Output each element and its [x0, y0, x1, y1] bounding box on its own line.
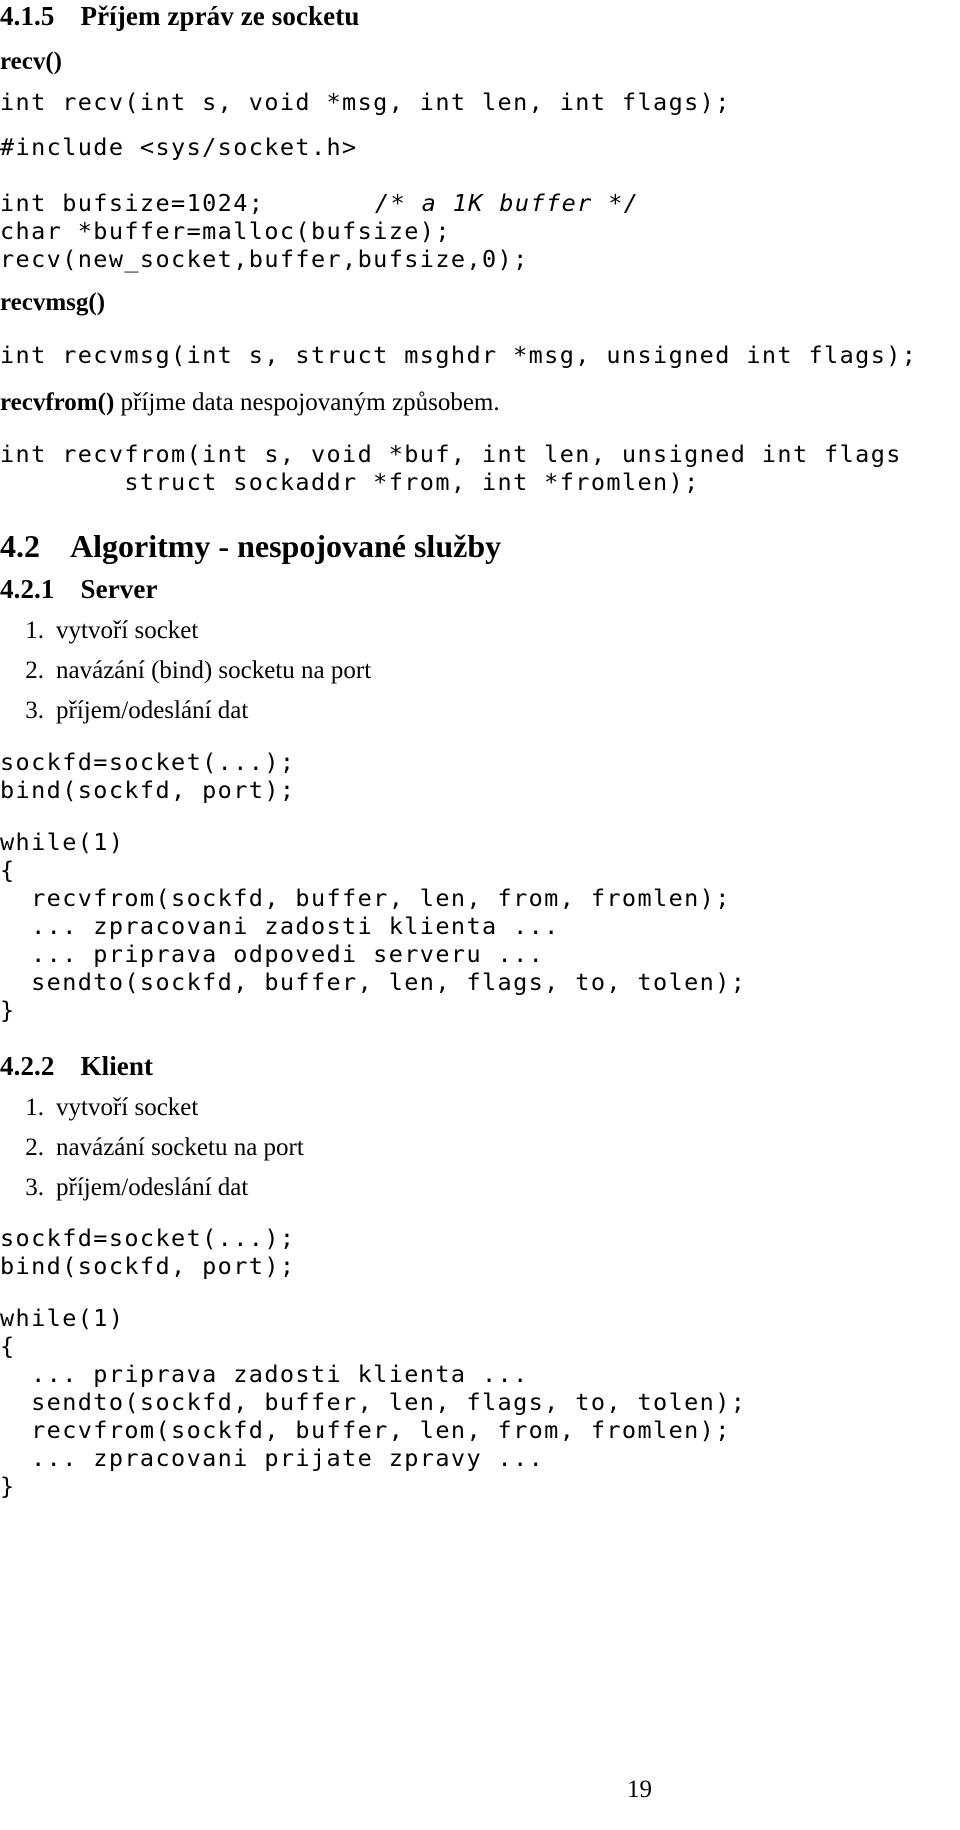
list-item-text: vytvoří socket [56, 617, 199, 644]
recv-include: #include <sys/socket.h> [0, 133, 358, 161]
recvfrom-prototype-line1: int recvfrom(int s, void *buf, int len, … [0, 440, 902, 468]
client-loop-line-5: recvfrom(sockfd, buffer, len, from, from… [0, 1416, 731, 1444]
heading-4-2-2: 4.2.2 Klient [0, 1051, 154, 1081]
server-loop-line-1: while(1) [0, 828, 125, 856]
list-item-text: vytvoří socket [56, 1094, 199, 1121]
recvfrom-label: recvfrom() [0, 389, 115, 416]
server-step-3: 3. příjem/odeslání dat [0, 697, 248, 726]
heading-4-2-number: 4.2 [0, 528, 40, 564]
client-loop-line-1: while(1) [0, 1304, 125, 1332]
client-code-line-2: bind(sockfd, port); [0, 1252, 296, 1280]
list-marker: 2. [25, 657, 44, 684]
document-page: 4.1.5 Příjem zpráv ze socketu recv() int … [0, 0, 960, 1830]
server-loop-line-5: ... priprava odpovedi serveru ... [0, 940, 545, 968]
recv-example-line3: recv(new_socket,buffer,bufsize,0); [0, 245, 529, 273]
client-loop-line-7: } [0, 1472, 16, 1500]
recvfrom-prototype-line2: struct sockaddr *from, int *fromlen); [0, 468, 700, 496]
server-loop-line-6: sendto(sockfd, buffer, len, flags, to, t… [0, 968, 747, 996]
list-marker: 1. [25, 1094, 44, 1121]
heading-4-2-2-title: Klient [80, 1051, 154, 1081]
list-item-text: příjem/odeslání dat [56, 1174, 249, 1201]
recvmsg-prototype: int recvmsg(int s, struct msghdr *msg, u… [0, 341, 918, 369]
recv-example-line1-code: int bufsize=1024; [0, 189, 265, 217]
heading-4-2-1-title: Server [80, 574, 158, 604]
list-item-text: navázání (bind) socketu na port [56, 657, 372, 684]
client-loop-line-6: ... zpracovani prijate zpravy ... [0, 1444, 545, 1472]
server-step-2: 2. navázání (bind) socketu na port [0, 657, 371, 686]
heading-4-2-1-number: 4.2.1 [0, 574, 55, 604]
recv-heading: recv() [0, 48, 62, 75]
client-loop-line-2: { [0, 1332, 16, 1360]
client-step-2: 2. navázání socketu na port [0, 1134, 304, 1163]
client-step-1: 1. vytvoří socket [0, 1094, 198, 1123]
list-marker: 2. [25, 1134, 44, 1161]
list-item-text: navázání socketu na port [56, 1134, 304, 1161]
server-loop-line-4: ... zpracovani zadosti klienta ... [0, 912, 560, 940]
server-loop-line-3: recvfrom(sockfd, buffer, len, from, from… [0, 884, 731, 912]
recvfrom-description: příjme data nespojovaným způsobem. [120, 389, 500, 416]
server-code-line-1: sockfd=socket(...); [0, 748, 296, 776]
heading-4-1-5-title: Příjem zpráv ze socketu [80, 1, 360, 31]
heading-4-2-2-number: 4.2.2 [0, 1051, 55, 1081]
heading-4-1-5: 4.1.5 Příjem zpráv ze socketu [0, 1, 360, 31]
recv-example-line1-comment: /* a 1K buffer */ [375, 189, 640, 217]
list-marker: 3. [25, 1174, 44, 1201]
recv-example-line2: char *buffer=malloc(bufsize); [0, 217, 451, 245]
heading-4-1-5-number: 4.1.5 [0, 1, 55, 31]
list-marker: 1. [25, 617, 44, 644]
heading-4-2-title: Algoritmy - nespojované služby [70, 528, 502, 564]
server-loop-line-2: { [0, 856, 16, 884]
recvfrom-description-line: recvfrom() příjme data nespojovaným způs… [0, 389, 500, 418]
server-loop-line-7: } [0, 996, 16, 1024]
list-marker: 3. [25, 697, 44, 724]
page-number: 19 [627, 1776, 652, 1803]
client-step-3: 3. příjem/odeslání dat [0, 1174, 248, 1203]
client-loop-line-4: sendto(sockfd, buffer, len, flags, to, t… [0, 1388, 747, 1416]
client-loop-line-3: ... priprava zadosti klienta ... [0, 1360, 529, 1388]
heading-4-2: 4.2 Algoritmy - nespojované služby [0, 528, 502, 564]
heading-4-2-1: 4.2.1 Server [0, 574, 158, 604]
server-code-line-2: bind(sockfd, port); [0, 776, 296, 804]
recv-prototype: int recv(int s, void *msg, int len, int … [0, 88, 731, 116]
server-step-1: 1. vytvoří socket [0, 617, 198, 646]
list-item-text: příjem/odeslání dat [56, 697, 249, 724]
client-code-line-1: sockfd=socket(...); [0, 1224, 296, 1252]
recvmsg-heading: recvmsg() [0, 289, 106, 316]
